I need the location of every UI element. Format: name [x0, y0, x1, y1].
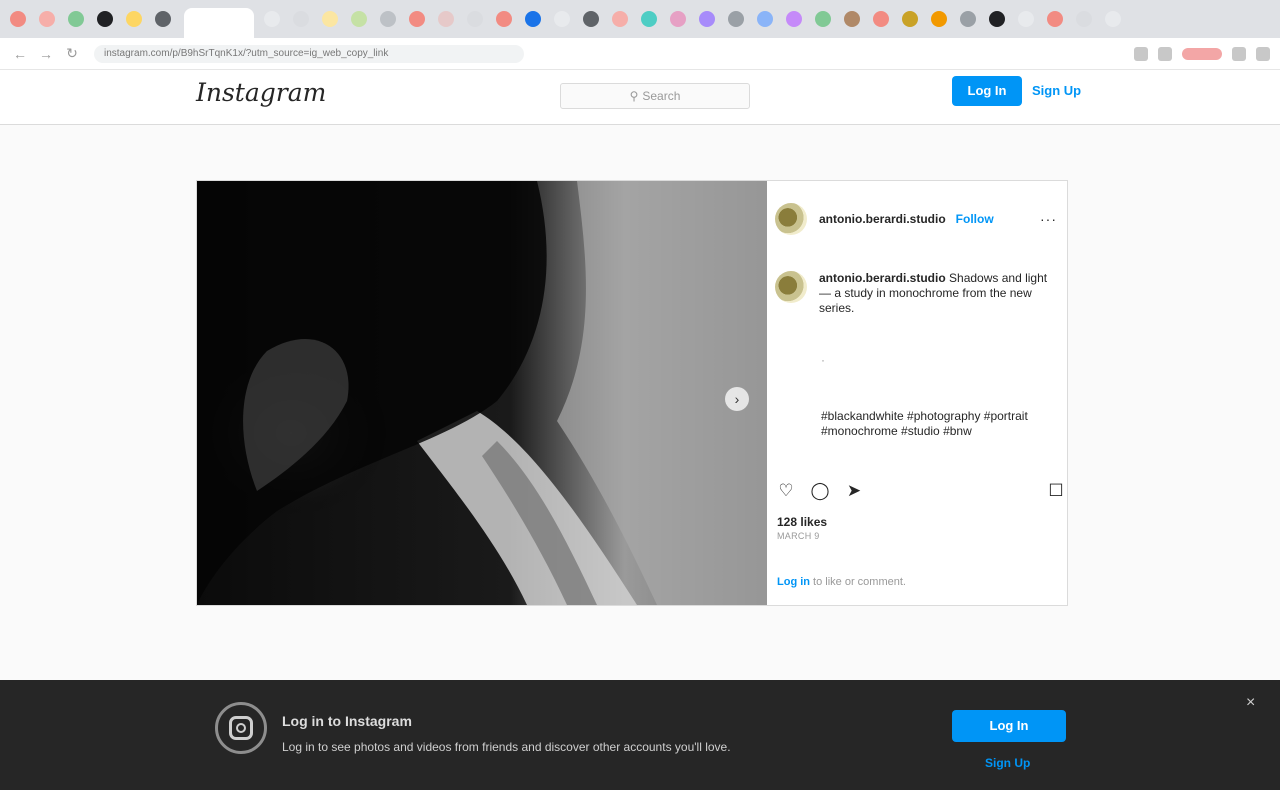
- banner-signup-link[interactable]: Sign Up: [985, 756, 1030, 770]
- reload-icon[interactable]: ↻: [62, 44, 82, 64]
- tab-favicon-icon[interactable]: [10, 11, 26, 27]
- signup-link[interactable]: Sign Up: [1032, 76, 1081, 106]
- tab-favicon-icon[interactable]: [931, 11, 947, 27]
- tab-favicon-icon[interactable]: [438, 11, 454, 27]
- tab-favicon-icon[interactable]: [467, 11, 483, 27]
- tab-favicon-icon[interactable]: [293, 11, 309, 27]
- post-actions: ♡ ◯ ➤ ☐: [775, 477, 1067, 505]
- search-placeholder: Search: [642, 89, 681, 103]
- login-button[interactable]: Log In: [952, 76, 1022, 106]
- close-icon[interactable]: ×: [1246, 694, 1255, 712]
- tab-favicon-icon[interactable]: [844, 11, 860, 27]
- browser-toolbar: ← → ↻ instagram.com/p/B9hSrTqnK1x/?utm_s…: [0, 38, 1280, 70]
- post-username[interactable]: antonio.berardi.studio: [819, 212, 946, 226]
- active-tab[interactable]: [184, 8, 254, 38]
- address-bar[interactable]: instagram.com/p/B9hSrTqnK1x/?utm_source=…: [94, 44, 524, 63]
- login-prompt-text: to like or comment.: [810, 576, 906, 588]
- login-banner: Log in to Instagram Log in to see photos…: [0, 680, 1280, 790]
- post-date: MARCH 9: [777, 531, 820, 541]
- caption-comment: antonio.berardi.studio Shadows and light…: [775, 271, 1055, 316]
- post-card: › antonio.berardi.studio Follow ··· anto…: [196, 180, 1068, 606]
- tab-favicon-icon[interactable]: [612, 11, 628, 27]
- tab-favicon-icon[interactable]: [757, 11, 773, 27]
- tab-favicon-icon[interactable]: [39, 11, 55, 27]
- tab-favicon-icon[interactable]: [960, 11, 976, 27]
- post-photo: [197, 181, 767, 605]
- tab-favicon-icon[interactable]: [902, 11, 918, 27]
- tab-favicon-icon[interactable]: [583, 11, 599, 27]
- profile-icon[interactable]: [1232, 46, 1246, 61]
- banner-login-button[interactable]: Log In: [952, 710, 1066, 742]
- heart-icon[interactable]: ♡: [775, 480, 797, 502]
- login-prompt-link[interactable]: Log in: [777, 576, 810, 588]
- extension-badge-icon[interactable]: [1182, 47, 1222, 60]
- post-header: antonio.berardi.studio Follow ···: [775, 199, 1067, 239]
- tab-favicon-icon[interactable]: [322, 11, 338, 27]
- banner-title: Log in to Instagram: [282, 713, 412, 729]
- tab-favicon-icon[interactable]: [1076, 11, 1092, 27]
- comment-icon[interactable]: ◯: [809, 480, 831, 502]
- caption-text: antonio.berardi.studio Shadows and light…: [819, 271, 1049, 316]
- browser-tab-strip: [0, 0, 1280, 38]
- caption-avatar[interactable]: [775, 271, 807, 303]
- tab-favicon-icon[interactable]: [786, 11, 802, 27]
- caption-separator: ·: [821, 353, 825, 367]
- hashtags-text[interactable]: #blackandwhite #photography #portrait #m…: [821, 409, 1039, 439]
- post-image[interactable]: ›: [197, 181, 767, 605]
- instagram-camera-icon: [215, 702, 267, 754]
- instagram-logo[interactable]: Instagram: [196, 78, 326, 107]
- more-options-icon[interactable]: ···: [1040, 211, 1057, 227]
- tab-favicon-icon[interactable]: [525, 11, 541, 27]
- tab-favicon-icon[interactable]: [380, 11, 396, 27]
- tab-favicon-icon[interactable]: [126, 11, 142, 27]
- tab-favicon-icon[interactable]: [989, 11, 1005, 27]
- forward-icon[interactable]: →: [36, 44, 56, 64]
- tab-favicon-icon[interactable]: [409, 11, 425, 27]
- share-icon[interactable]: ➤: [843, 480, 865, 502]
- tab-favicon-icon[interactable]: [873, 11, 889, 27]
- login-prompt: Log in to like or comment.: [777, 576, 906, 588]
- tab-favicon-icon[interactable]: [554, 11, 570, 27]
- browser-menu-icon[interactable]: [1256, 46, 1270, 61]
- tab-favicon-icon[interactable]: [97, 11, 113, 27]
- tab-favicon-icon[interactable]: [728, 11, 744, 27]
- follow-button[interactable]: Follow: [956, 212, 994, 226]
- tab-favicon-icon[interactable]: [1047, 11, 1063, 27]
- tab-favicon-icon[interactable]: [670, 11, 686, 27]
- extension-icon[interactable]: [1158, 46, 1172, 61]
- tab-favicon-icon[interactable]: [815, 11, 831, 27]
- site-header: Instagram ⚲ Search Log In Sign Up: [0, 70, 1280, 125]
- next-image-icon[interactable]: ›: [725, 387, 749, 411]
- search-input[interactable]: ⚲ Search: [560, 83, 750, 109]
- tab-favicon-icon[interactable]: [1105, 11, 1121, 27]
- bookmark-icon[interactable]: ☐: [1045, 480, 1067, 502]
- post-sidebar: antonio.berardi.studio Follow ··· antoni…: [775, 181, 1067, 605]
- tab-favicon-icon[interactable]: [641, 11, 657, 27]
- tab-favicon-icon[interactable]: [264, 11, 280, 27]
- tab-favicon-icon[interactable]: [496, 11, 512, 27]
- caption-username[interactable]: antonio.berardi.studio: [819, 271, 946, 285]
- tab-favicon-icon[interactable]: [155, 11, 171, 27]
- avatar[interactable]: [775, 203, 807, 235]
- tab-favicon-icon[interactable]: [699, 11, 715, 27]
- likes-count[interactable]: 128 likes: [777, 515, 827, 529]
- tab-favicon-icon[interactable]: [68, 11, 84, 27]
- banner-subtitle: Log in to see photos and videos from fri…: [282, 740, 731, 754]
- search-icon: ⚲: [629, 89, 639, 103]
- bookmark-star-icon[interactable]: [1134, 46, 1148, 61]
- tab-favicon-icon[interactable]: [351, 11, 367, 27]
- back-icon[interactable]: ←: [10, 44, 30, 64]
- tab-favicon-icon[interactable]: [1018, 11, 1034, 27]
